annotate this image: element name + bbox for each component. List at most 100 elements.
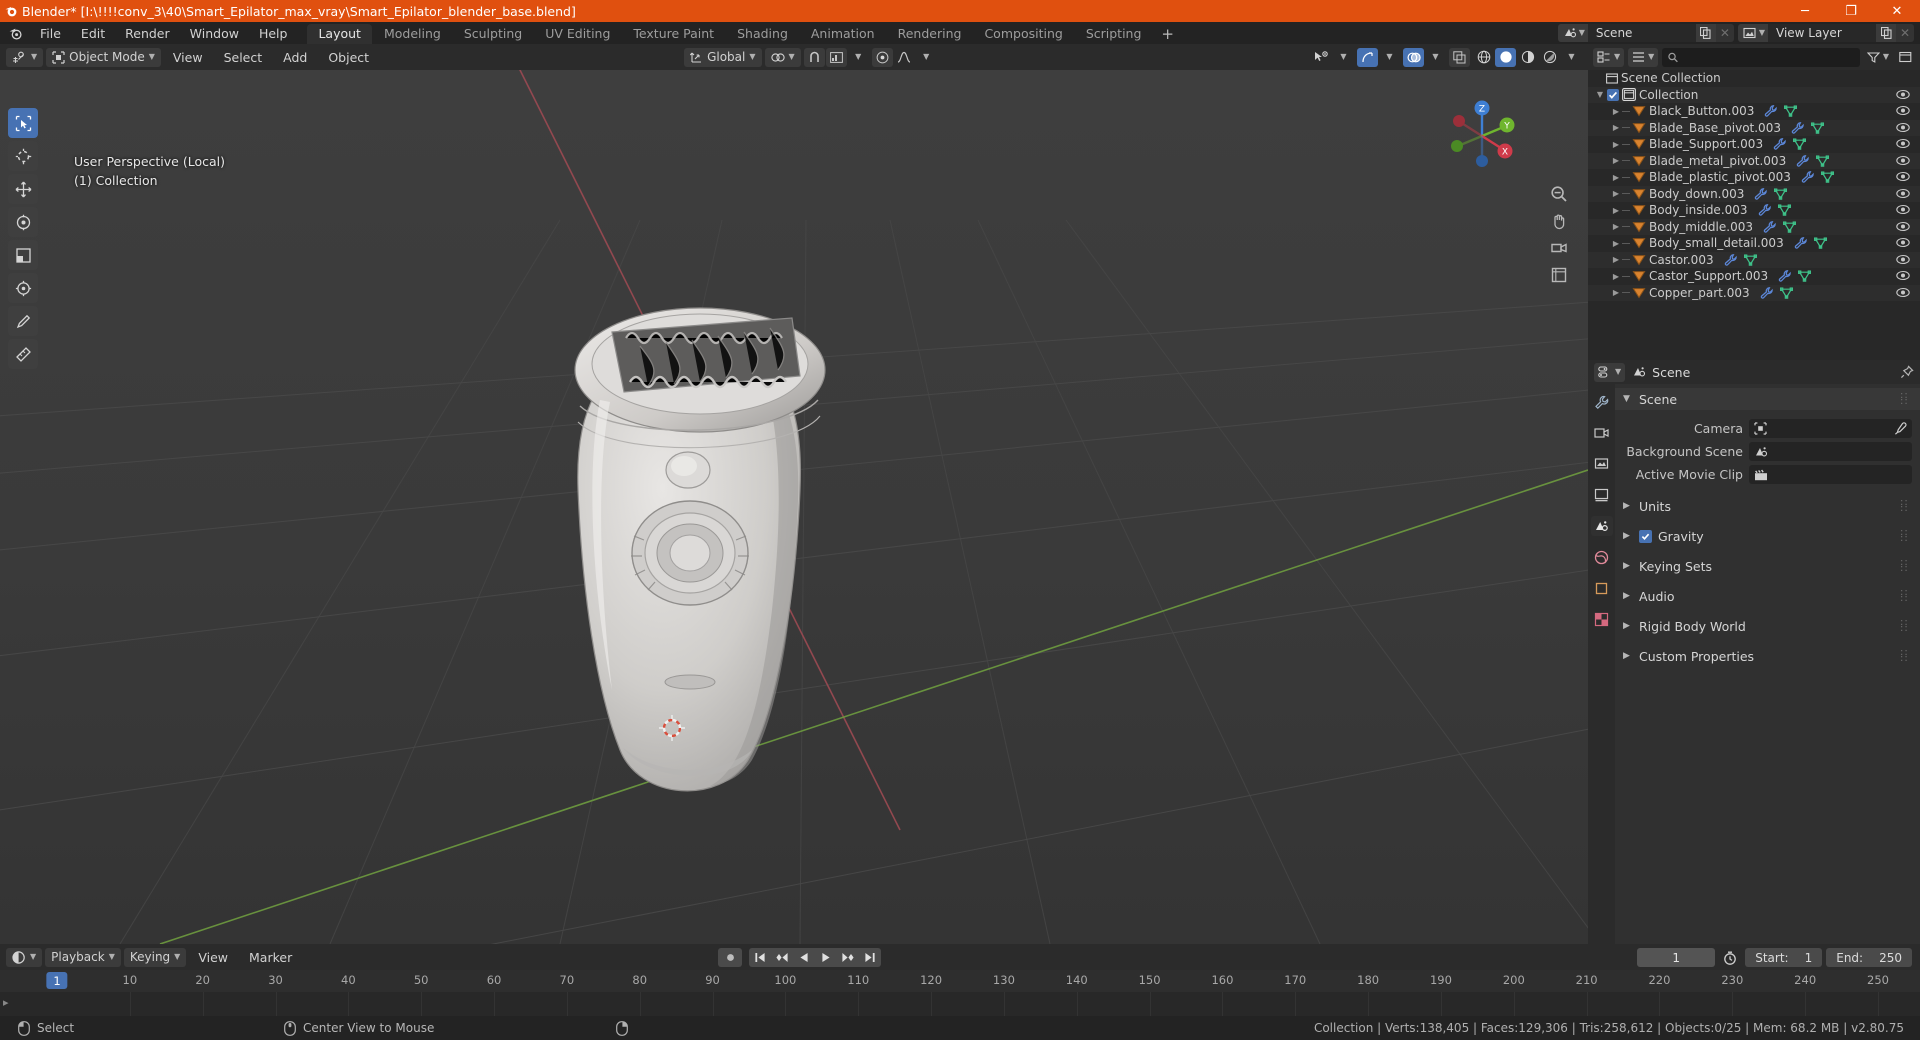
show-gizmo-icon[interactable] <box>1357 47 1378 67</box>
start-frame-field[interactable]: Start: 1 <box>1745 948 1823 967</box>
viewport-menu-view[interactable]: View <box>164 48 212 67</box>
panel-drag-handle[interactable]: :::: <box>1900 618 1911 634</box>
chevron-down-icon[interactable]: ▼ <box>1333 48 1354 67</box>
outliner-row-object[interactable]: ▶ Castor_Support.003 <box>1588 268 1920 285</box>
timeline-sidebar-toggle-icon[interactable]: ▸ <box>3 996 9 1009</box>
expand-triangle-icon[interactable]: ▶ <box>1610 288 1622 297</box>
tab-uv-editing[interactable]: UV Editing <box>534 24 621 44</box>
modifier-wrench-icon[interactable] <box>1791 121 1804 134</box>
jump-to-next-keyframe-icon[interactable] <box>837 948 859 967</box>
expand-triangle-icon[interactable]: ▶ <box>1610 189 1622 198</box>
transform-orientation-selector[interactable]: Global ▼ <box>684 47 762 67</box>
tab-texture-paint[interactable]: Texture Paint <box>622 24 725 44</box>
end-frame-field[interactable]: End: 250 <box>1826 948 1912 967</box>
object-visibility-icon[interactable] <box>1896 286 1910 299</box>
pan-hand-icon[interactable] <box>1547 209 1570 232</box>
jump-to-start-icon[interactable] <box>749 948 771 967</box>
expand-triangle-icon[interactable]: ▶ <box>1610 107 1622 116</box>
panel-drag-handle[interactable]: :::: <box>1900 588 1911 604</box>
panel-drag-handle[interactable]: :::: <box>1900 648 1911 664</box>
auto-keying-icon[interactable] <box>718 948 742 967</box>
tool-annotate-icon[interactable] <box>8 306 38 336</box>
expand-triangle-icon[interactable]: ▶ <box>1610 272 1622 281</box>
expand-triangle-icon[interactable]: ▶ <box>1623 561 1633 571</box>
chevron-down-icon[interactable]: ▼ <box>916 48 937 67</box>
toggle-perspective-icon[interactable] <box>1547 263 1570 286</box>
chevron-down-icon[interactable]: ▼ <box>1379 48 1400 67</box>
mesh-data-icon[interactable] <box>1793 138 1807 151</box>
properties-section-header[interactable]: ▶ Rigid Body World:::: <box>1615 615 1920 637</box>
tool-rotate-icon[interactable] <box>8 207 38 237</box>
object-visibility-icon[interactable] <box>1896 170 1910 183</box>
modifier-wrench-icon[interactable] <box>1794 237 1807 249</box>
timeline-menu-marker[interactable]: Marker <box>240 948 301 967</box>
play-reverse-icon[interactable] <box>793 948 815 967</box>
mesh-data-icon[interactable] <box>1810 122 1824 134</box>
modifier-wrench-icon[interactable] <box>1796 154 1809 167</box>
tab-scripting[interactable]: Scripting <box>1075 24 1153 44</box>
tab-modeling[interactable]: Modeling <box>373 24 452 44</box>
shading-solid-icon[interactable] <box>1495 47 1516 67</box>
expand-triangle-icon[interactable]: ▶ <box>1610 173 1622 182</box>
mesh-data-icon[interactable] <box>1779 287 1793 299</box>
viewport-menu-object[interactable]: Object <box>319 48 378 67</box>
background-scene-field[interactable] <box>1749 442 1912 461</box>
proportional-edit-icon[interactable] <box>871 47 893 67</box>
outliner-row-object[interactable]: ▶ Body_down.003 <box>1588 185 1920 202</box>
properties-tab-render[interactable] <box>1591 423 1613 443</box>
outliner-search[interactable] <box>1662 47 1860 67</box>
properties-section-header[interactable]: ▶ Units:::: <box>1615 495 1920 517</box>
tab-rendering[interactable]: Rendering <box>887 24 973 44</box>
minimize-button[interactable]: ─ <box>1782 0 1828 22</box>
expand-triangle-icon[interactable]: ▶ <box>1610 222 1622 231</box>
zoom-icon[interactable] <box>1547 182 1570 205</box>
modifier-wrench-icon[interactable] <box>1773 138 1786 150</box>
tool-cursor-icon[interactable] <box>8 141 38 171</box>
outliner-row-object[interactable]: ▶ Blade_metal_pivot.003 <box>1588 152 1920 169</box>
tab-layout[interactable]: Layout <box>307 24 372 44</box>
properties-section-header[interactable]: ▶ Gravity:::: <box>1615 525 1920 547</box>
view-layer-name[interactable]: View Layer <box>1768 24 1876 42</box>
camera-field[interactable] <box>1749 419 1912 438</box>
scene-datablock[interactable]: ▼ Scene ✕ <box>1557 24 1734 42</box>
play-icon[interactable] <box>815 948 837 967</box>
new-scene-icon[interactable] <box>1695 24 1716 42</box>
viewlayer-datablock[interactable]: ▼ View Layer ✕ <box>1737 24 1914 42</box>
viewport-menu-select[interactable]: Select <box>215 48 272 67</box>
panel-drag-handle[interactable]: :::: <box>1900 498 1911 514</box>
modifier-wrench-icon[interactable] <box>1764 105 1778 117</box>
expand-triangle-icon[interactable]: ▶ <box>1610 206 1622 215</box>
scene-panel-header[interactable]: ▼ Scene :::: <box>1615 388 1920 410</box>
object-visibility-icon[interactable] <box>1896 121 1910 134</box>
outliner-search-input[interactable] <box>1683 50 1854 64</box>
object-visibility-icon[interactable] <box>1311 48 1332 67</box>
mesh-data-icon[interactable] <box>1820 171 1834 184</box>
outliner-new-collection-button[interactable] <box>1896 48 1915 67</box>
active-movie-clip-field[interactable] <box>1749 465 1912 484</box>
snap-magnet-icon[interactable] <box>803 47 825 67</box>
panel-drag-handle[interactable]: :::: <box>1900 391 1911 407</box>
object-visibility-icon[interactable] <box>1896 187 1910 200</box>
mesh-data-icon[interactable] <box>1783 221 1796 233</box>
shading-material-icon[interactable] <box>1517 48 1538 67</box>
outliner-row-object[interactable]: ▶ Blade_plastic_pivot.003 <box>1588 169 1920 186</box>
snap-mode-selector[interactable] <box>825 47 847 67</box>
tool-select-box-icon[interactable] <box>8 108 38 138</box>
properties-section-header[interactable]: ▶ Custom Properties:::: <box>1615 645 1920 667</box>
mesh-data-icon[interactable] <box>1784 105 1798 118</box>
tool-move-icon[interactable] <box>8 174 38 204</box>
expand-triangle-icon[interactable]: ▶ <box>1623 651 1633 661</box>
falloff-curve-icon[interactable] <box>894 48 915 67</box>
remove-viewlayer-icon[interactable]: ✕ <box>1896 24 1914 42</box>
collection-checkbox[interactable] <box>1606 88 1619 101</box>
close-button[interactable]: ✕ <box>1874 0 1920 22</box>
expand-triangle-icon[interactable]: ▶ <box>1623 531 1633 541</box>
tab-animation[interactable]: Animation <box>800 24 886 44</box>
properties-tab-scene[interactable] <box>1590 516 1613 536</box>
modifier-wrench-icon[interactable] <box>1754 187 1768 200</box>
modifier-wrench-icon[interactable] <box>1724 253 1737 266</box>
editor-type-selector[interactable]: ▼ <box>6 47 44 67</box>
timeline-ruler[interactable]: 10 20 30 40 50 60 70 80 90 100 110 120 130 140 150 160 1… <box>0 970 1920 992</box>
properties-tab-texture[interactable] <box>1591 609 1613 629</box>
modifier-wrench-icon[interactable] <box>1763 220 1776 233</box>
